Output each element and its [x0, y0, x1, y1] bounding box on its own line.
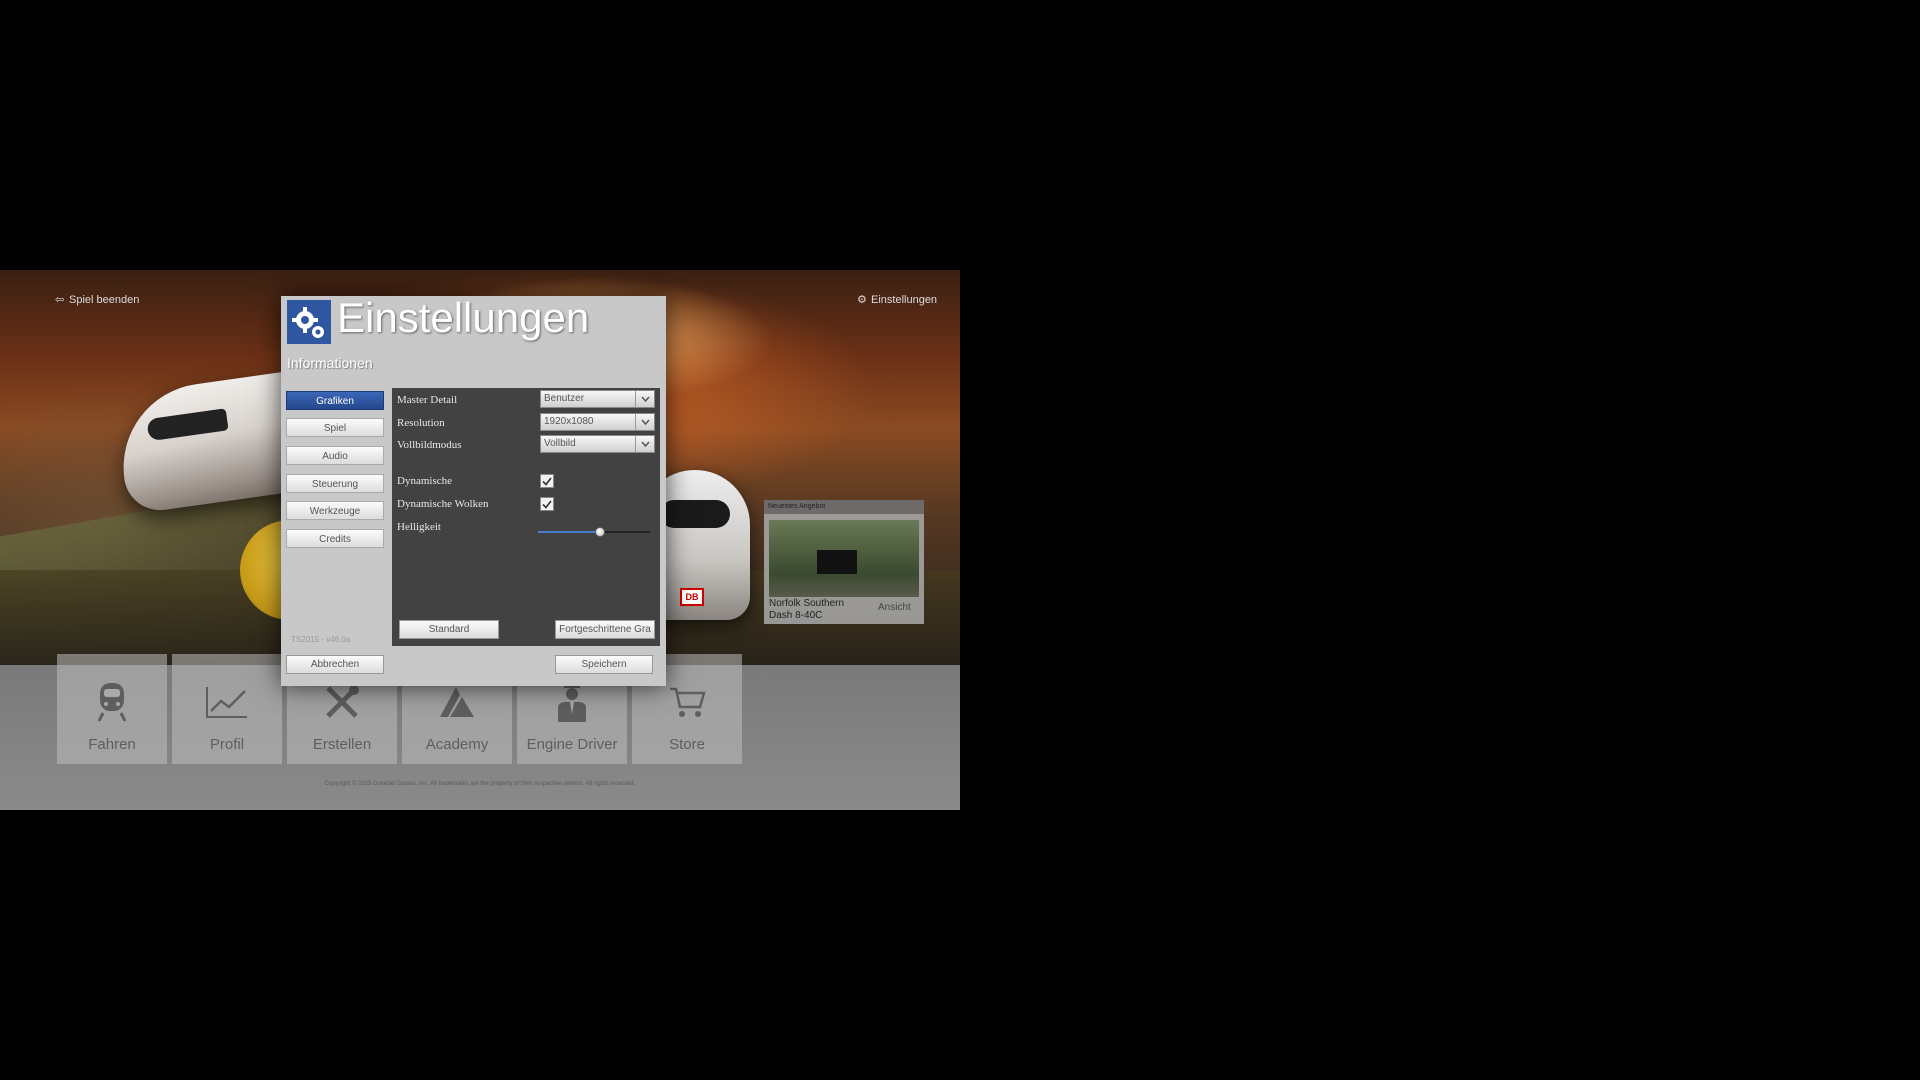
- offer-view-button[interactable]: Ansicht: [878, 602, 911, 613]
- copyright-text: Copyright © 2015 Dovetail Games, Inc. Al…: [324, 781, 636, 787]
- gear-icon: ⚙: [857, 294, 867, 306]
- save-button[interactable]: Speichern: [555, 655, 653, 674]
- tab-credits[interactable]: Credits: [286, 529, 384, 548]
- gears-icon: [292, 307, 324, 338]
- driver-icon: [558, 682, 586, 722]
- dialog-title: Einstellungen: [337, 294, 590, 341]
- version-label: TS2015 - v46.0a: [291, 635, 351, 644]
- chevron-down-icon: [635, 436, 654, 452]
- offer-header: Neuestes Angebot: [764, 500, 924, 514]
- tile-label: Fahren: [88, 736, 136, 753]
- brightness-handle[interactable]: [594, 527, 605, 537]
- quit-game-link[interactable]: ⇦ Spiel beenden: [55, 294, 139, 306]
- dynamic-clouds-label: Dynamische Wolken: [397, 498, 489, 510]
- tab-grafiken[interactable]: Grafiken: [286, 391, 384, 410]
- dynamic-clouds-checkbox[interactable]: [540, 497, 554, 511]
- tab-steuerung[interactable]: Steuerung: [286, 474, 384, 493]
- tile-label: Erstellen: [312, 736, 372, 753]
- game-viewport: DB ⇦ Spiel beenden ⚙ Einstellungen Neues…: [0, 270, 960, 810]
- exit-icon: ⇦: [55, 294, 65, 306]
- brightness-fill: [538, 531, 600, 533]
- dynamic-label: Dynamische: [397, 475, 452, 487]
- db-logo: DB: [680, 588, 704, 606]
- checkmark-icon: [542, 477, 552, 486]
- fullscreen-label: Vollbildmodus: [397, 439, 462, 451]
- advanced-graphics-button[interactable]: Fortgeschrittene Gra: [555, 620, 655, 639]
- graphics-panel: Master Detail Benutzer Resolution 1920x1…: [392, 388, 660, 646]
- tile-profil[interactable]: Profil: [172, 654, 282, 764]
- tile-label: Academy: [425, 736, 489, 753]
- offer-name: Norfolk Southern Dash 8-40C: [769, 598, 845, 621]
- settings-link[interactable]: ⚙ Einstellungen: [857, 294, 937, 306]
- tile-label: Store: [669, 736, 705, 753]
- settings-logo: [287, 300, 331, 344]
- tab-audio[interactable]: Audio: [286, 446, 384, 465]
- cart-icon: [670, 687, 706, 717]
- master-detail-label: Master Detail: [397, 394, 458, 406]
- checkmark-icon: [542, 500, 552, 509]
- dynamic-checkbox[interactable]: [540, 474, 554, 488]
- tile-fahren[interactable]: Fahren: [57, 654, 167, 764]
- standard-button[interactable]: Standard: [399, 620, 499, 639]
- tile-label: Engine Driver: [526, 736, 618, 753]
- academy-icon: [440, 687, 474, 717]
- tab-werkzeuge[interactable]: Werkzeuge: [286, 501, 384, 520]
- resolution-select[interactable]: 1920x1080: [540, 413, 655, 431]
- quit-game-label: Spiel beenden: [69, 294, 140, 306]
- master-detail-select[interactable]: Benutzer: [540, 390, 655, 408]
- tile-label: Profil: [209, 736, 245, 753]
- train-icon: [97, 683, 127, 722]
- cancel-button[interactable]: Abbrechen: [286, 655, 384, 674]
- chevron-down-icon: [635, 391, 654, 407]
- offer-image: [768, 519, 920, 598]
- tab-spiel[interactable]: Spiel: [286, 418, 384, 437]
- settings-link-label: Einstellungen: [871, 294, 938, 306]
- resolution-label: Resolution: [397, 417, 445, 429]
- fullscreen-select[interactable]: Vollbild: [540, 435, 655, 453]
- settings-dialog: Einstellungen Informationen Grafiken Spi…: [281, 294, 666, 686]
- tools-icon: [326, 685, 359, 718]
- brightness-label: Helligkeit: [397, 521, 441, 533]
- chevron-down-icon: [635, 414, 654, 430]
- dialog-subtitle: Informationen: [287, 355, 373, 371]
- brightness-slider[interactable]: [538, 527, 650, 537]
- featured-offer[interactable]: Neuestes Angebot Norfolk Southern Dash 8…: [764, 500, 924, 624]
- chart-icon: [206, 687, 247, 718]
